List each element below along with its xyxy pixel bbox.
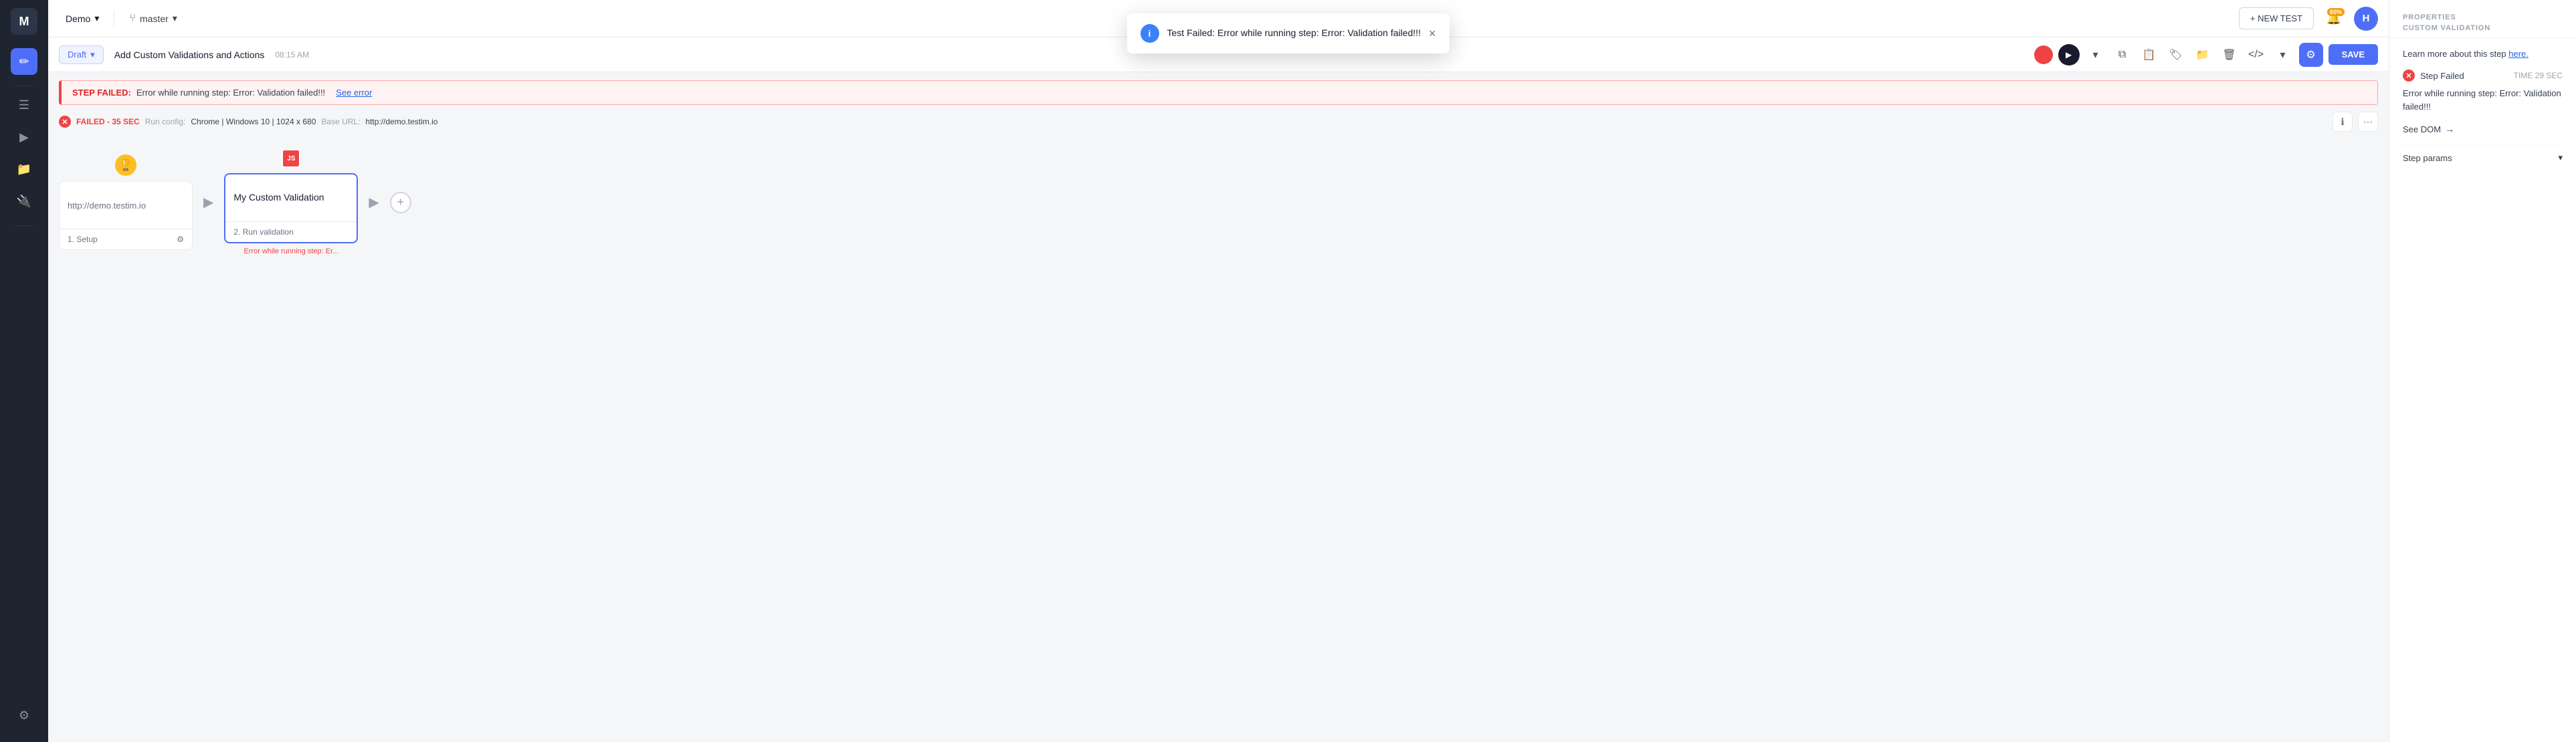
- step-2-label: 2. Run validation: [233, 227, 293, 237]
- toast-info-icon: i: [1141, 24, 1159, 43]
- draft-dropdown[interactable]: Draft ▾: [59, 45, 104, 64]
- step-1-label: 1. Setup: [68, 235, 98, 244]
- step-status-row: ✕ Step Failed TIME 29 SEC: [2403, 70, 2563, 82]
- run-button[interactable]: ▶: [2058, 44, 2080, 66]
- run-info-more-btn[interactable]: ⋯: [2358, 112, 2378, 132]
- test-title: Add Custom Validations and Actions: [114, 49, 265, 60]
- step-1-body: http://demo.testim.io: [60, 182, 192, 229]
- delete-button[interactable]: 🗑: [2219, 44, 2240, 66]
- see-dom-arrow-icon: →: [2445, 124, 2454, 134]
- run-options-button[interactable]: ▾: [2085, 44, 2106, 66]
- logo[interactable]: M: [11, 8, 37, 35]
- sidebar: M ✏ ☰ ▶ 📁 🔌 ⚙: [0, 0, 48, 742]
- code-options-button[interactable]: ▾: [2272, 44, 2294, 66]
- save-button[interactable]: SAVE: [2329, 44, 2378, 65]
- step-card-validation[interactable]: My Custom Validation 2. Run validation: [224, 173, 358, 243]
- see-dom-label: See DOM: [2403, 124, 2441, 134]
- step-failed-label: Step Failed: [2420, 71, 2508, 81]
- toast-notification: i Test Failed: Error while running step:…: [1127, 13, 1450, 53]
- right-panel: PROPERTIES CUSTOM VALIDATION Learn more …: [2389, 0, 2576, 742]
- step-2-title: My Custom Validation: [233, 191, 324, 205]
- see-dom-link[interactable]: See DOM →: [2403, 124, 2563, 134]
- toast-message: Test Failed: Error while running step: E…: [1167, 27, 1421, 40]
- error-banner: STEP FAILED: Error while running step: E…: [59, 80, 2378, 105]
- settings-button[interactable]: ⚙: [2299, 43, 2323, 67]
- properties-title: PROPERTIES: [2403, 13, 2563, 21]
- step-1-url: http://demo.testim.io: [68, 201, 146, 211]
- sidebar-item-folder[interactable]: 📁: [11, 156, 37, 182]
- run-status: FAILED - 35 SEC: [76, 117, 140, 126]
- main-content: Demo ▾ ⑂ master ▾ + NEW TEST 🔔 60% H Dra…: [48, 0, 2389, 742]
- code-button[interactable]: </>: [2246, 44, 2267, 66]
- run-info-bar: ✕ FAILED - 35 SEC Run config: Chrome | W…: [48, 105, 2389, 138]
- step-connector-2: ▶: [369, 194, 379, 211]
- paste-button[interactable]: 📋: [2139, 44, 2160, 66]
- branch-selector[interactable]: ⑂ master ▾: [122, 9, 183, 29]
- new-test-button[interactable]: + NEW TEST: [2239, 7, 2314, 29]
- sidebar-item-gear[interactable]: ⚙: [11, 702, 37, 729]
- add-step-button[interactable]: +: [390, 192, 411, 213]
- folder-button[interactable]: 📁: [2192, 44, 2213, 66]
- new-test-label: + NEW TEST: [2250, 13, 2302, 23]
- copy-button[interactable]: ⧉: [2112, 44, 2133, 66]
- step-params-chevron-icon: ▾: [2558, 152, 2563, 163]
- right-panel-body: Learn more about this step here. ✕ Step …: [2389, 38, 2576, 742]
- step-2-body: My Custom Validation: [225, 174, 357, 221]
- learn-more-text: Learn more about this step here.: [2403, 49, 2563, 59]
- sidebar-bottom: ⚙: [11, 702, 37, 734]
- step-2-footer: 2. Run validation: [225, 221, 357, 242]
- canvas-area: 🏆 http://demo.testim.io 1. Setup ⚙ ▶: [48, 138, 2389, 742]
- toast-icon-label: i: [1149, 28, 1151, 39]
- step-connector-1: ▶: [203, 194, 213, 211]
- sidebar-item-play[interactable]: ▶: [11, 124, 37, 150]
- demo-chevron-icon: ▾: [94, 13, 99, 24]
- step-failed-time: TIME 29 SEC: [2514, 71, 2563, 80]
- branch-icon: ⑂: [129, 13, 136, 25]
- step-params-label: Step params: [2403, 153, 2452, 163]
- base-url-label: Base URL:: [321, 117, 360, 126]
- step-1-footer: 1. Setup ⚙: [60, 229, 192, 249]
- error-banner-message: Error while running step: Error: Validat…: [136, 88, 325, 98]
- see-error-link[interactable]: See error: [336, 88, 372, 98]
- js-badge: JS: [282, 149, 300, 168]
- learn-text: Learn more about this step: [2403, 49, 2508, 59]
- branch-label: master: [140, 13, 169, 24]
- step-2-wrapper: JS My Custom Validation 2. Run validatio…: [224, 149, 358, 255]
- step-1-settings-icon[interactable]: ⚙: [177, 235, 184, 244]
- step-2-error-text: Error while running step: Er...: [243, 247, 338, 255]
- avatar[interactable]: H: [2354, 7, 2378, 31]
- toolbar-time: 08:15 AM: [275, 50, 309, 59]
- learn-here-link[interactable]: here.: [2508, 49, 2529, 59]
- custom-validation-subtitle: CUSTOM VALIDATION: [2403, 24, 2563, 32]
- notification-badge: 60%: [2327, 8, 2345, 16]
- toast-close-button[interactable]: ×: [1429, 27, 1436, 41]
- step-failed-icon: ✕: [2403, 70, 2415, 82]
- steps-container: 🏆 http://demo.testim.io 1. Setup ⚙ ▶: [59, 149, 2378, 255]
- step-1-wrapper: 🏆 http://demo.testim.io 1. Setup ⚙: [59, 154, 193, 250]
- record-button[interactable]: [2034, 45, 2053, 64]
- step-card-setup[interactable]: http://demo.testim.io 1. Setup ⚙: [59, 181, 193, 250]
- sidebar-item-edit[interactable]: ✏: [11, 48, 37, 75]
- setup-icon: 🏆: [115, 154, 136, 176]
- run-info-detail-btn[interactable]: ℹ: [2333, 112, 2353, 132]
- demo-label: Demo: [66, 13, 90, 24]
- branch-chevron-icon: ▾: [173, 13, 177, 24]
- demo-selector[interactable]: Demo ▾: [59, 9, 106, 28]
- sidebar-divider-2: [13, 225, 35, 226]
- right-panel-header: PROPERTIES CUSTOM VALIDATION: [2389, 0, 2576, 38]
- sidebar-item-list[interactable]: ☰: [11, 92, 37, 118]
- error-detail-text: Error while running step: Error: Valida­…: [2403, 87, 2563, 113]
- tag-button[interactable]: 🏷: [2165, 44, 2187, 66]
- notification-button[interactable]: 🔔 60%: [2322, 7, 2346, 31]
- draft-label: Draft: [68, 49, 86, 59]
- failed-x-icon: ✕: [59, 116, 71, 128]
- sidebar-item-plugin[interactable]: 🔌: [11, 188, 37, 215]
- draft-chevron-icon: ▾: [90, 49, 95, 60]
- step-params-row[interactable]: Step params ▾: [2403, 145, 2563, 170]
- run-config-value: Chrome | Windows 10 | 1024 x 680: [191, 117, 316, 126]
- base-url-value: http://demo.testim.io: [365, 117, 437, 126]
- run-config-label: Run config:: [145, 117, 186, 126]
- error-banner-prefix: STEP FAILED:: [72, 88, 131, 98]
